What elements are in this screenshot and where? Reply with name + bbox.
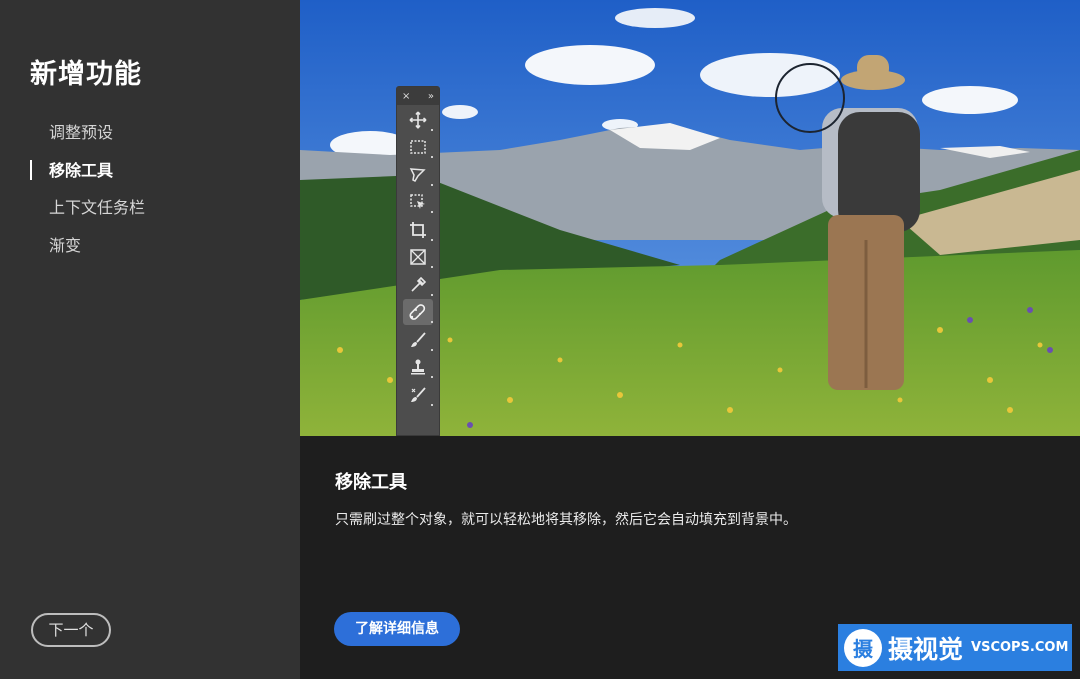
lasso-icon <box>409 167 426 182</box>
collapse-icon[interactable]: » <box>428 91 434 102</box>
move-tool[interactable] <box>403 107 433 133</box>
watermark-logo-icon: 摄 <box>844 628 882 667</box>
history-brush-tool[interactable] <box>403 382 433 408</box>
brush-icon <box>411 331 426 347</box>
crop-icon <box>410 221 426 238</box>
frame-tool[interactable] <box>403 244 433 270</box>
marquee-tool[interactable] <box>403 134 433 160</box>
tools-panel: × » <box>396 86 440 436</box>
eyedropper-tool[interactable] <box>403 272 433 298</box>
sidebar: 新增功能 调整预设 移除工具 上下文任务栏 渐变 下一个 <box>0 0 300 679</box>
sidebar-item-remove-tool[interactable]: 移除工具 <box>0 156 300 194</box>
history-brush-icon <box>411 386 426 402</box>
move-icon <box>409 111 427 128</box>
eyedropper-icon <box>411 276 427 292</box>
brush-tool[interactable] <box>403 327 433 353</box>
close-icon[interactable]: × <box>402 91 410 102</box>
marquee-icon <box>410 140 426 154</box>
watermark-banner: 摄 摄视觉 VSCOPS.COM <box>838 624 1072 671</box>
stamp-tool[interactable] <box>403 354 433 380</box>
sidebar-item-adjustment-presets[interactable]: 调整预设 <box>0 118 300 156</box>
stamp-icon <box>411 359 425 375</box>
watermark-text: 摄视觉 <box>888 634 964 664</box>
crop-tool[interactable] <box>403 217 433 243</box>
sidebar-title: 新增功能 <box>30 59 142 90</box>
next-button[interactable]: 下一个 <box>31 613 111 647</box>
object-select-icon <box>410 194 425 209</box>
watermark-domain: VSCOPS.COM <box>971 640 1069 655</box>
frame-icon <box>410 249 426 265</box>
feature-description: 只需刷过整个对象，就可以轻松地将其移除，然后它会自动填充到背景中。 <box>335 512 797 528</box>
sidebar-item-gradient[interactable]: 渐变 <box>0 231 300 269</box>
lasso-tool[interactable] <box>403 162 433 188</box>
remove-tool-icon <box>409 304 426 320</box>
sidebar-item-contextual-taskbar[interactable]: 上下文任务栏 <box>0 193 300 231</box>
feature-title: 移除工具 <box>335 472 407 493</box>
remove-tool[interactable] <box>403 299 433 325</box>
sidebar-nav: 调整预设 移除工具 上下文任务栏 渐变 <box>0 118 300 268</box>
learn-more-button[interactable]: 了解详细信息 <box>334 612 460 646</box>
object-select-tool[interactable] <box>403 189 433 215</box>
tools-panel-header: × » <box>397 87 439 105</box>
